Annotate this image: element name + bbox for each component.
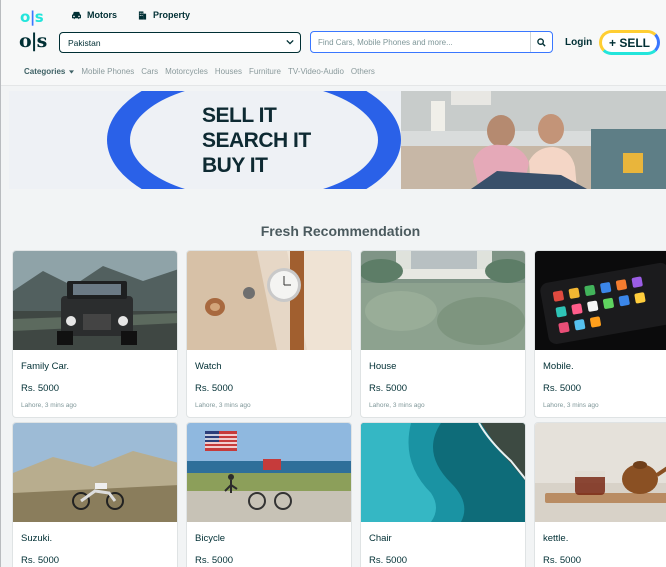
listing-title: Watch xyxy=(195,361,222,372)
search-input[interactable]: Find Cars, Mobile Phones and more... xyxy=(311,38,530,47)
location-select[interactable]: Pakistan xyxy=(59,32,301,53)
listing-title: Suzuki. xyxy=(21,533,53,544)
listing-title: Family Car. xyxy=(21,361,70,372)
listing-price: Rs. 5000 xyxy=(195,383,234,394)
listing-image xyxy=(361,251,525,350)
categories-dropdown[interactable]: Categories xyxy=(24,67,75,76)
listing-card[interactable]: Watch Rs. 5000 Lahore, 3 mins ago xyxy=(186,250,352,418)
listing-image xyxy=(361,423,525,522)
listing-title: House xyxy=(369,361,397,372)
category-bar: Categories Mobile Phones Cars Motorcycle… xyxy=(24,67,375,76)
sell-button[interactable]: + SELL xyxy=(599,30,660,55)
category-link[interactable]: Cars xyxy=(141,67,158,76)
listing-price: Rs. 5000 xyxy=(21,555,60,566)
brand-logo-small[interactable]: o|s xyxy=(20,8,44,26)
banner-photo xyxy=(401,91,666,189)
property-link[interactable]: Property xyxy=(137,10,190,20)
listing-image xyxy=(187,251,351,350)
listing-title: Mobile. xyxy=(543,361,574,372)
listing-image xyxy=(535,251,666,350)
listing-card[interactable]: Bicycle Rs. 5000 xyxy=(186,422,352,567)
listing-title: Bicycle xyxy=(195,533,226,544)
banner-slogan: SELL IT SEARCH IT BUY IT xyxy=(202,103,311,178)
listing-image xyxy=(187,423,351,522)
car-icon xyxy=(72,11,81,19)
slogan-line: BUY IT xyxy=(202,154,268,177)
motors-link[interactable]: Motors xyxy=(71,10,117,20)
category-link[interactable]: Mobile Phones xyxy=(81,67,134,76)
listing-price: Rs. 5000 xyxy=(543,383,582,394)
search-icon xyxy=(537,37,546,47)
chevron-down-icon xyxy=(286,39,294,45)
login-link[interactable]: Login xyxy=(565,37,592,48)
building-icon xyxy=(138,10,147,20)
listing-meta: Lahore, 3 mins ago xyxy=(369,402,425,409)
search-button[interactable] xyxy=(530,32,552,52)
location-value: Pakistan xyxy=(68,37,101,48)
listing-title: kettle. xyxy=(543,533,569,544)
listing-card[interactable]: Family Car. Rs. 5000 Lahore, 3 mins ago xyxy=(12,250,178,418)
listing-price: Rs. 5000 xyxy=(369,383,408,394)
listing-image xyxy=(13,423,177,522)
property-label: Property xyxy=(153,10,191,20)
listing-card[interactable]: Mobile. Rs. 5000 Lahore, 3 mins ago xyxy=(534,250,666,418)
slogan-line: SELL IT xyxy=(202,104,277,127)
promo-banner[interactable]: SELL IT SEARCH IT BUY IT xyxy=(9,91,666,189)
listing-card[interactable]: Chair Rs. 5000 xyxy=(360,422,526,567)
slogan-line: SEARCH IT xyxy=(202,129,311,152)
top-navigation: o|s Motors Property o|s Pakistan Find Ca… xyxy=(1,0,666,86)
category-link[interactable]: Others xyxy=(351,67,375,76)
listing-meta: Lahore, 3 mins ago xyxy=(21,402,77,409)
listing-price: Rs. 5000 xyxy=(21,383,60,394)
caret-down-icon xyxy=(69,69,75,74)
listing-meta: Lahore, 3 mins ago xyxy=(543,402,599,409)
categories-label: Categories xyxy=(24,67,66,76)
motors-label: Motors xyxy=(87,10,117,20)
listing-card[interactable]: kettle. Rs. 5000 xyxy=(534,422,666,567)
category-link[interactable]: Houses xyxy=(215,67,242,76)
page: o|s Motors Property o|s Pakistan Find Ca… xyxy=(0,0,666,567)
category-link[interactable]: Motorcycles xyxy=(165,67,208,76)
listing-price: Rs. 5000 xyxy=(543,555,582,566)
listing-meta: Lahore, 3 mins ago xyxy=(195,402,251,409)
listing-image xyxy=(535,423,666,522)
brand-logo[interactable]: o|s xyxy=(19,30,47,52)
search-bar: Find Cars, Mobile Phones and more... xyxy=(310,31,553,53)
listing-title: Chair xyxy=(369,533,392,544)
category-link[interactable]: TV-Video-Audio xyxy=(288,67,344,76)
listing-card[interactable]: Suzuki. Rs. 5000 xyxy=(12,422,178,567)
listing-price: Rs. 5000 xyxy=(195,555,234,566)
listing-price: Rs. 5000 xyxy=(369,555,408,566)
category-link[interactable]: Furniture xyxy=(249,67,281,76)
section-title: Fresh Recommendation xyxy=(260,223,421,239)
listing-card[interactable]: House Rs. 5000 Lahore, 3 mins ago xyxy=(360,250,526,418)
listing-image xyxy=(13,251,177,350)
